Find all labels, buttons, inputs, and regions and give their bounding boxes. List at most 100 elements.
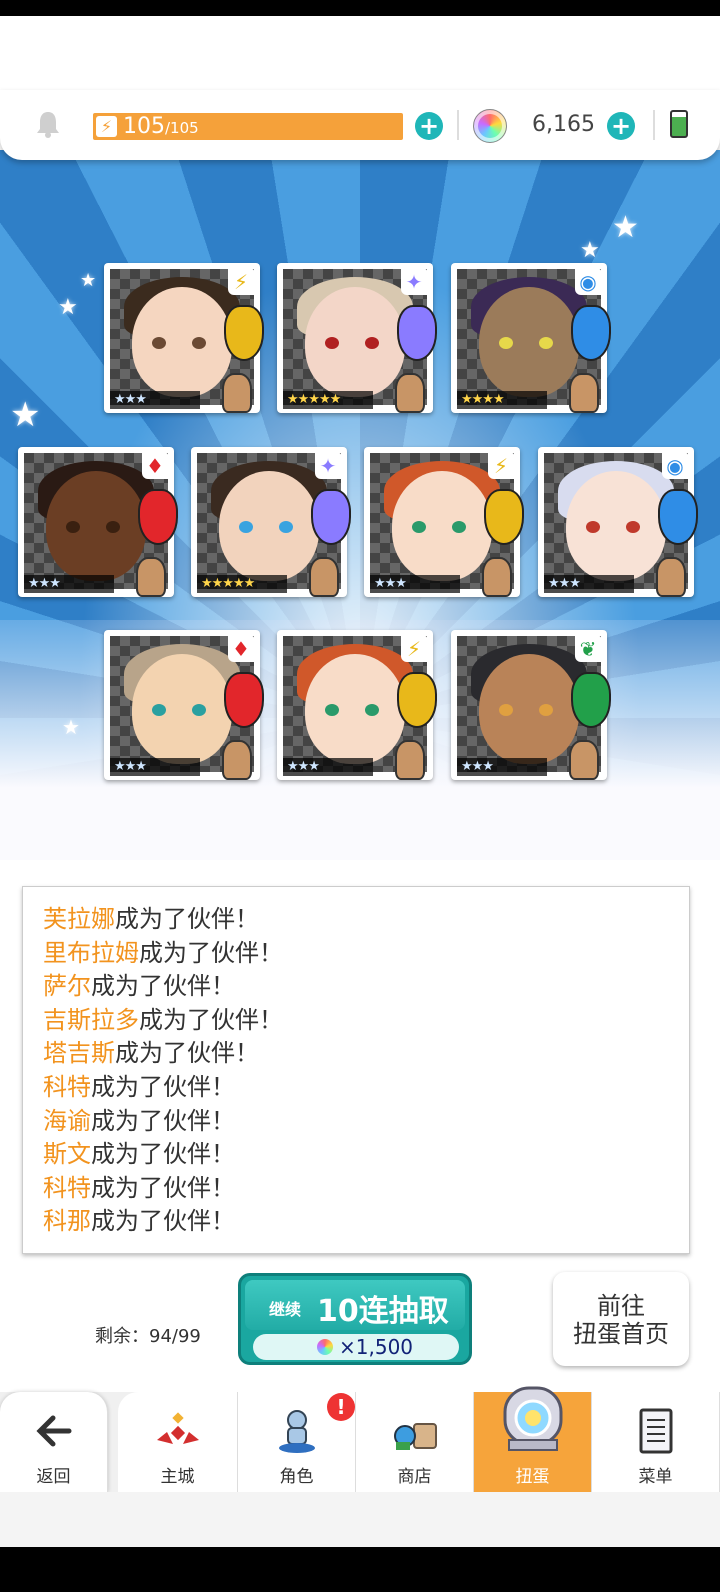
portrait-eye <box>152 337 166 349</box>
portrait-face <box>479 287 579 397</box>
portrait-eye <box>499 337 513 349</box>
rarity-stars: ★★★★★ <box>283 391 373 409</box>
character-name: 科那 <box>43 1207 91 1236</box>
portrait-face <box>566 471 666 581</box>
sparkle-icon: ★ <box>612 210 639 245</box>
element-crystal-icon <box>484 489 524 545</box>
character-card[interactable]: ⚡ ★★★ <box>364 447 524 597</box>
element-crystal-icon <box>571 305 611 361</box>
bottom-nav: 返回 主城 角色 商店 扭蛋 菜单 <box>0 1386 720 1492</box>
character-card[interactable]: ❦ ★★★ <box>451 630 611 780</box>
character-card[interactable]: ♦ ★★★ <box>18 447 178 597</box>
element-crystal-icon <box>138 489 178 545</box>
nav-menu[interactable]: 菜单 <box>592 1392 720 1492</box>
log-line: 科特成为了伙伴！ <box>43 1071 235 1104</box>
recruit-log: 芙拉娜成为了伙伴！ 里布拉姆成为了伙伴！ 萨尔成为了伙伴！ 吉斯拉多成为了伙伴！ 塔吉斯… <box>22 886 690 1254</box>
log-line: 科那成为了伙伴！ <box>43 1205 235 1238</box>
portrait-eye <box>152 704 166 716</box>
portrait-face <box>46 471 146 581</box>
goto-line1: 前往 <box>597 1292 645 1320</box>
portrait-eye <box>539 337 553 349</box>
log-line: 塔吉斯成为了伙伴！ <box>43 1037 259 1070</box>
portrait-face <box>392 471 492 581</box>
nav-shop[interactable]: 商店 <box>356 1392 474 1492</box>
log-text: 成为了伙伴！ <box>91 1073 235 1101</box>
log-text: 成为了伙伴！ <box>115 905 259 933</box>
add-gems-button[interactable]: + <box>607 112 635 140</box>
pull-cost: ×1,500 <box>339 1335 414 1359</box>
pull-label: 10连抽取 <box>317 1294 449 1329</box>
element-icon: ♦ <box>228 636 254 662</box>
portrait-eye <box>412 521 426 533</box>
pull-button-face: 继续 10连抽取 <box>245 1280 465 1330</box>
pixel-sprite-icon <box>222 740 252 780</box>
log-text: 成为了伙伴！ <box>139 938 283 967</box>
goto-line2: 扭蛋首页 <box>573 1320 669 1348</box>
pixel-sprite-icon <box>136 557 166 597</box>
log-line: 萨尔成为了伙伴！ <box>43 970 235 1003</box>
nav-home-label: 主城 <box>160 1467 195 1487</box>
portrait-eye <box>626 521 640 533</box>
portrait-eye <box>325 704 339 716</box>
ten-pull-button[interactable]: 继续 10连抽取 ×1,500 <box>238 1273 472 1365</box>
rarity-stars: ★★★ <box>544 575 634 593</box>
gem-icon <box>473 109 507 143</box>
rarity-stars: ★★★ <box>457 758 547 776</box>
lightning-icon: ⚡ <box>96 116 117 137</box>
pixel-sprite-icon <box>222 373 252 413</box>
rarity-stars: ★★★ <box>370 575 460 593</box>
system-status-bar <box>0 0 720 16</box>
nav-home[interactable]: 主城 <box>118 1392 238 1492</box>
element-icon: ⚡ <box>488 453 514 479</box>
element-icon: ❦ <box>575 636 601 662</box>
log-text: 成为了伙伴！ <box>91 1173 235 1202</box>
element-crystal-icon <box>224 305 264 361</box>
portrait-eye <box>365 704 379 716</box>
character-card[interactable]: ♦ ★★★ <box>104 630 264 780</box>
log-line: 芙拉娜成为了伙伴！ <box>43 903 259 936</box>
divider <box>457 110 459 140</box>
character-name: 芙拉娜 <box>43 905 115 933</box>
rarity-stars: ★★★★★ <box>197 575 287 593</box>
character-card[interactable]: ✦ ★★★★★ <box>277 263 437 413</box>
element-icon: ✦ <box>401 269 427 295</box>
element-icon: ♦ <box>142 453 168 479</box>
nav-back-label: 返回 <box>36 1467 71 1487</box>
goto-gacha-home-button[interactable]: 前往 扭蛋首页 <box>553 1272 689 1366</box>
character-card[interactable]: ◉ ★★★★ <box>451 263 611 413</box>
portrait-eye <box>239 521 253 533</box>
nav-gacha[interactable]: 扭蛋 <box>474 1386 592 1492</box>
bell-icon[interactable] <box>32 108 64 140</box>
character-name: 科特 <box>43 1173 91 1202</box>
element-crystal-icon <box>571 672 611 728</box>
bottom-spacer <box>0 1492 720 1547</box>
character-card[interactable]: ◉ ★★★ <box>538 447 698 597</box>
log-text: 成为了伙伴！ <box>91 1207 235 1236</box>
add-energy-button[interactable]: + <box>415 112 443 140</box>
pixel-sprite-icon <box>395 373 425 413</box>
portrait-eye <box>106 521 120 533</box>
nav-back[interactable]: 返回 <box>0 1392 108 1492</box>
pixel-sprite-icon <box>569 373 599 413</box>
log-text: 成为了伙伴！ <box>91 1140 235 1169</box>
element-icon: ◉ <box>575 269 601 295</box>
continue-label: 继续 <box>269 1300 302 1319</box>
element-crystal-icon <box>224 672 264 728</box>
character-card[interactable]: ⚡ ★★★ <box>104 263 264 413</box>
sparkle-icon: ★ <box>58 295 78 320</box>
character-card[interactable]: ⚡ ★★★ <box>277 630 437 780</box>
rarity-stars: ★★★★ <box>457 391 547 409</box>
gacha-result-area: ★ ★ ★ ★ ★ ★ ⚡ ★★★ ✦ ★★★★★ ◉ ★★★★ ♦ ★★★ ✦ ★★★★★ ⚡ ★★… <box>0 150 720 860</box>
element-icon: ⚡ <box>401 636 427 662</box>
character-icon <box>278 1410 315 1453</box>
nav-characters-label: 角色 <box>279 1467 314 1487</box>
remaining-count: 剩余：94/99 <box>95 1326 201 1347</box>
log-line: 海谕成为了伙伴！ <box>43 1105 235 1138</box>
character-card[interactable]: ✦ ★★★★★ <box>191 447 351 597</box>
log-text: 成为了伙伴！ <box>139 1005 283 1034</box>
character-name: 科特 <box>43 1073 91 1101</box>
sparkle-icon: ★ <box>80 270 97 291</box>
portrait-eye <box>365 337 379 349</box>
shop-bag-icon <box>393 1423 437 1450</box>
element-crystal-icon <box>311 489 351 545</box>
